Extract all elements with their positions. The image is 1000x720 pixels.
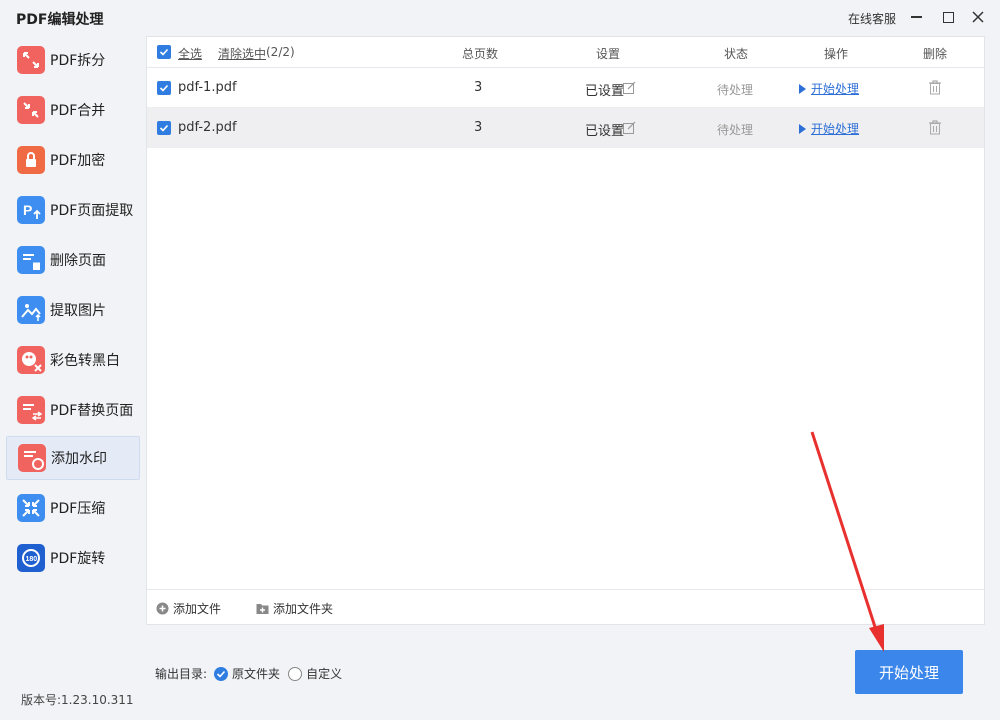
status-text: 待处理 — [717, 83, 754, 97]
settings-status: 已设置 — [585, 84, 625, 99]
play-icon — [799, 84, 806, 94]
file-name: pdf-1.pdf — [178, 80, 237, 95]
table-row[interactable]: pdf-2.pdf 3 已设置 待处理 开始处理 — [147, 108, 984, 148]
check-icon — [159, 84, 169, 92]
merge-icon — [17, 96, 45, 124]
sidebar-item-label: PDF压缩 — [50, 501, 106, 517]
sidebar-item-encrypt[interactable]: PDF加密 — [6, 138, 140, 182]
page-extract-icon: P — [17, 196, 45, 224]
maximize-icon — [942, 11, 954, 23]
row-checkbox[interactable] — [157, 121, 171, 137]
sidebar-item-split[interactable]: PDF拆分 — [6, 38, 140, 82]
file-panel-footer: 添加文件 添加文件夹 — [147, 589, 984, 624]
start-process-button[interactable]: 开始处理 — [855, 650, 963, 694]
sidebar-item-label: PDF加密 — [50, 153, 106, 169]
radio-custom[interactable] — [288, 666, 303, 681]
sidebar-item-label: 彩色转黑白 — [50, 353, 120, 369]
edit-settings-icon[interactable] — [623, 121, 636, 138]
check-icon — [159, 48, 169, 56]
sidebar-item-label: PDF旋转 — [50, 551, 106, 567]
check-icon — [159, 124, 169, 132]
sidebar-item-label: PDF拆分 — [50, 53, 106, 69]
sidebar: PDF拆分 PDF合并 PDF加密 P PDF页面提取 删除页面 提取图片 彩色… — [0, 36, 146, 676]
sidebar-item-merge[interactable]: PDF合并 — [6, 88, 140, 132]
start-process-label: 开始处理 — [811, 122, 860, 136]
output-directory: 输出目录: 原文件夹 自定义 — [155, 665, 342, 682]
sidebar-item-label: PDF合并 — [50, 103, 106, 119]
sidebar-item-label: PDF页面提取 — [50, 203, 134, 219]
delete-row-button[interactable] — [928, 120, 942, 139]
radio-original-folder[interactable] — [214, 666, 229, 681]
split-icon — [17, 46, 45, 74]
sidebar-item-extract-image[interactable]: 提取图片 — [6, 288, 140, 332]
file-list-panel: 全选 清除选中 (2/2) 总页数 设置 状态 操作 删除 pdf-1.pdf … — [146, 36, 985, 625]
add-file-button[interactable]: 添加文件 — [156, 600, 221, 617]
clear-selection-link[interactable]: 清除选中 — [218, 45, 266, 62]
select-all-link[interactable]: 全选 — [178, 45, 202, 62]
add-file-label: 添加文件 — [173, 602, 222, 616]
online-service-link[interactable]: 在线客服 — [848, 10, 896, 27]
settings-status: 已设置 — [585, 124, 625, 139]
play-icon — [799, 124, 806, 134]
selection-count: (2/2) — [266, 45, 295, 59]
close-button[interactable] — [966, 6, 990, 28]
table-header: 全选 清除选中 (2/2) 总页数 设置 状态 操作 删除 — [147, 37, 984, 68]
color-to-bw-icon — [17, 346, 45, 374]
output-label: 输出目录: — [155, 667, 208, 681]
sidebar-item-label: 删除页面 — [50, 253, 106, 269]
version-label: 版本号:1.23.10.311 — [21, 693, 134, 707]
sidebar-item-watermark[interactable]: 添加水印 — [6, 436, 140, 480]
delete-page-icon — [17, 246, 45, 274]
sidebar-item-label: PDF替换页面 — [50, 403, 134, 419]
page-count: 3 — [474, 80, 483, 95]
start-process-link[interactable]: 开始处理 — [799, 120, 859, 137]
file-name: pdf-2.pdf — [178, 120, 237, 135]
select-all-checkbox[interactable] — [157, 45, 171, 60]
replace-page-icon — [17, 396, 45, 424]
sidebar-item-page-extract[interactable]: P PDF页面提取 — [6, 188, 140, 232]
sidebar-item-rotate[interactable]: 180 PDF旋转 — [6, 536, 140, 580]
column-pages: 总页数 — [462, 47, 499, 61]
sidebar-item-replace-page[interactable]: PDF替换页面 — [6, 388, 140, 432]
start-process-link[interactable]: 开始处理 — [799, 80, 859, 97]
add-folder-button[interactable]: 添加文件夹 — [256, 600, 333, 617]
edit-settings-icon[interactable] — [623, 81, 636, 98]
sidebar-item-label: 添加水印 — [51, 451, 107, 467]
plus-circle-icon — [156, 602, 169, 615]
trash-icon — [929, 120, 941, 135]
delete-row-button[interactable] — [928, 80, 942, 99]
column-action: 操作 — [824, 47, 849, 61]
add-folder-label: 添加文件夹 — [273, 602, 334, 616]
column-delete: 删除 — [923, 47, 948, 61]
row-checkbox[interactable] — [157, 81, 171, 97]
close-icon — [972, 11, 984, 23]
sidebar-item-color-to-bw[interactable]: 彩色转黑白 — [6, 338, 140, 382]
column-status: 状态 — [724, 47, 749, 61]
option-original-label[interactable]: 原文件夹 — [232, 665, 280, 682]
extract-image-icon — [17, 296, 45, 324]
trash-icon — [929, 80, 941, 95]
status-text: 待处理 — [717, 123, 754, 137]
add-folder-icon — [256, 604, 269, 614]
svg-text:P: P — [23, 202, 32, 218]
table-row[interactable]: pdf-1.pdf 3 已设置 待处理 开始处理 — [147, 68, 984, 108]
watermark-icon — [18, 444, 46, 472]
column-settings: 设置 — [596, 47, 621, 61]
check-icon — [216, 670, 226, 678]
start-process-label: 开始处理 — [811, 82, 860, 96]
title-bar: PDF编辑处理 在线客服 — [0, 0, 1000, 36]
page-count: 3 — [474, 120, 483, 135]
compress-icon — [17, 494, 45, 522]
option-custom-label[interactable]: 自定义 — [306, 665, 342, 682]
sidebar-item-delete-page[interactable]: 删除页面 — [6, 238, 140, 282]
lock-icon — [17, 146, 45, 174]
app-title: PDF编辑处理 — [16, 12, 104, 28]
maximize-button[interactable] — [936, 6, 960, 28]
minimize-button[interactable] — [904, 6, 928, 28]
minimize-icon — [910, 16, 922, 18]
sidebar-item-compress[interactable]: PDF压缩 — [6, 486, 140, 530]
sidebar-item-label: 提取图片 — [50, 303, 106, 319]
svg-text:180: 180 — [26, 556, 38, 563]
rotate-icon: 180 — [17, 544, 45, 572]
